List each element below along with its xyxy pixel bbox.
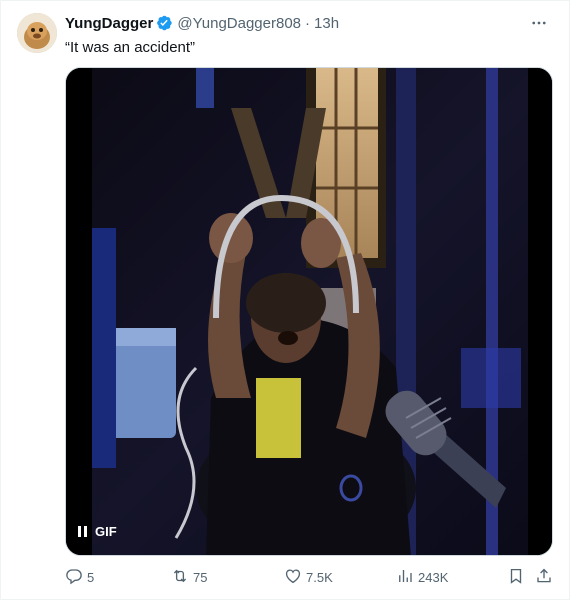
author-handle[interactable]: @YungDagger808 <box>177 15 301 32</box>
tweet-card[interactable]: YungDagger @YungDagger808 · 13h “It was … <box>0 0 570 600</box>
share-button[interactable] <box>535 567 553 588</box>
retweet-button[interactable]: 75 <box>171 567 207 588</box>
gif-badge[interactable]: GIF <box>78 519 117 543</box>
views-count: 243K <box>418 569 449 585</box>
action-bar: 5 75 7.5K 243K <box>65 567 553 587</box>
retweet-count: 75 <box>193 569 208 585</box>
gif-frame <box>66 68 552 555</box>
tweet-header: YungDagger @YungDagger808 · 13h <box>65 13 553 33</box>
more-icon[interactable] <box>529 13 549 33</box>
pause-icon[interactable] <box>78 525 87 537</box>
like-icon <box>284 567 302 588</box>
tweet-text: “It was an accident” <box>65 39 196 56</box>
views-icon <box>396 567 414 588</box>
bookmark-button[interactable] <box>507 567 525 588</box>
timestamp[interactable]: 13h <box>314 15 339 32</box>
views-button[interactable]: 243K <box>396 567 448 588</box>
gif-media[interactable]: GIF <box>65 67 553 556</box>
author-name[interactable]: YungDagger <box>65 15 153 32</box>
avatar[interactable] <box>17 13 57 53</box>
reply-count: 5 <box>87 569 95 585</box>
reply-button[interactable]: 5 <box>65 567 94 588</box>
bookmark-icon <box>507 567 525 588</box>
like-button[interactable]: 7.5K <box>284 567 333 588</box>
gif-label: GIF <box>95 523 117 539</box>
verified-badge-icon <box>155 14 173 32</box>
retweet-icon <box>171 567 189 588</box>
separator: · <box>305 14 311 32</box>
like-count: 7.5K <box>306 569 333 585</box>
reply-icon <box>65 567 83 588</box>
share-icon <box>535 567 553 588</box>
